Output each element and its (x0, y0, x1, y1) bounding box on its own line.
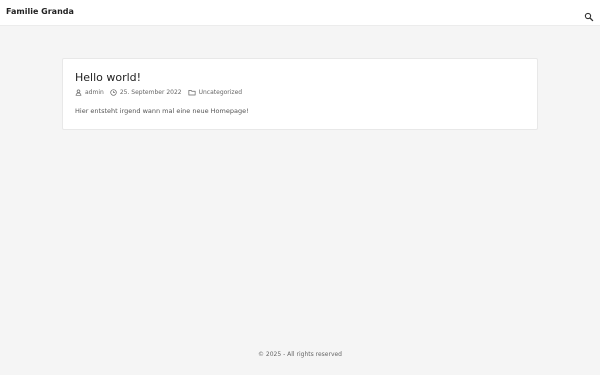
post-author: admin (75, 89, 104, 96)
post-meta: admin 25. September 2022 Uncategorized (75, 89, 248, 96)
date-link[interactable]: 25. September 2022 (120, 89, 182, 96)
post-excerpt: Hier entsteht irgend wann mal eine neue … (75, 107, 249, 115)
category-link[interactable]: Uncategorized (199, 89, 242, 96)
post-title-link[interactable]: Hello world! (75, 71, 141, 84)
site-header: Familie Granda (0, 0, 600, 26)
clock-icon (110, 89, 117, 96)
site-title-link[interactable]: Familie Granda (6, 7, 74, 16)
post-date: 25. September 2022 (110, 89, 182, 96)
folder-icon (188, 90, 196, 96)
user-icon (75, 89, 82, 96)
post-card: Hello world! admin 25. September 2022 Un… (62, 58, 538, 130)
author-link[interactable]: admin (85, 89, 104, 96)
post-category: Uncategorized (188, 89, 242, 96)
search-icon[interactable] (584, 7, 594, 22)
footer-copyright: © 2025 - All rights reserved (258, 351, 342, 358)
